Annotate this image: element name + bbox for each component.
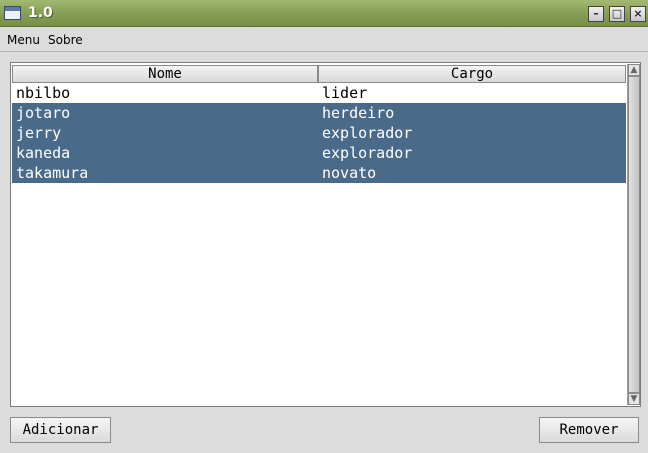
menu-item-sobre[interactable]: Sobre (48, 33, 83, 47)
minimize-button[interactable]: – (588, 6, 604, 22)
close-button[interactable]: × (630, 6, 646, 22)
cell-cargo: herdeiro (322, 104, 395, 122)
scrollbar-thumb[interactable] (628, 76, 640, 393)
cell-nome: jotaro (16, 104, 71, 122)
column-header-nome[interactable]: Nome (12, 65, 318, 83)
scroll-up-icon[interactable]: ▲ (628, 64, 640, 76)
table-row[interactable]: nbilbo lider (12, 83, 626, 103)
maximize-button[interactable]: □ (609, 6, 625, 22)
table-row[interactable]: kaneda explorador (12, 143, 626, 163)
menu-bar: Menu Sobre (0, 28, 648, 52)
table-row[interactable]: takamura novato (12, 163, 626, 183)
vertical-scrollbar[interactable]: ▲ ▼ (627, 64, 640, 405)
table-row[interactable]: jotaro herdeiro (12, 103, 626, 123)
table-header: Nome Cargo (12, 65, 626, 83)
window-app-icon (4, 6, 21, 20)
table-row[interactable]: jerry explorador (12, 123, 626, 143)
scroll-down-icon[interactable]: ▼ (628, 393, 640, 405)
column-header-cargo[interactable]: Cargo (318, 65, 626, 83)
window-title: 1.0 (28, 5, 53, 21)
cell-cargo: explorador (322, 144, 413, 162)
cell-nome: kaneda (16, 144, 71, 162)
add-button[interactable]: Adicionar (10, 417, 111, 443)
remove-button[interactable]: Remover (539, 417, 639, 443)
cell-cargo: lider (322, 84, 368, 102)
cell-cargo: novato (322, 164, 377, 182)
cell-nome: nbilbo (16, 84, 71, 102)
cell-nome: jerry (16, 124, 62, 142)
cell-cargo: explorador (322, 124, 413, 142)
members-table[interactable]: Nome Cargo nbilbo lider jotaro herdeiro … (10, 62, 641, 407)
title-bar[interactable]: 1.0 – □ × (0, 0, 648, 27)
table-body: nbilbo lider jotaro herdeiro jerry explo… (12, 83, 626, 183)
cell-nome: takamura (16, 164, 89, 182)
menu-item-menu[interactable]: Menu (7, 33, 40, 47)
